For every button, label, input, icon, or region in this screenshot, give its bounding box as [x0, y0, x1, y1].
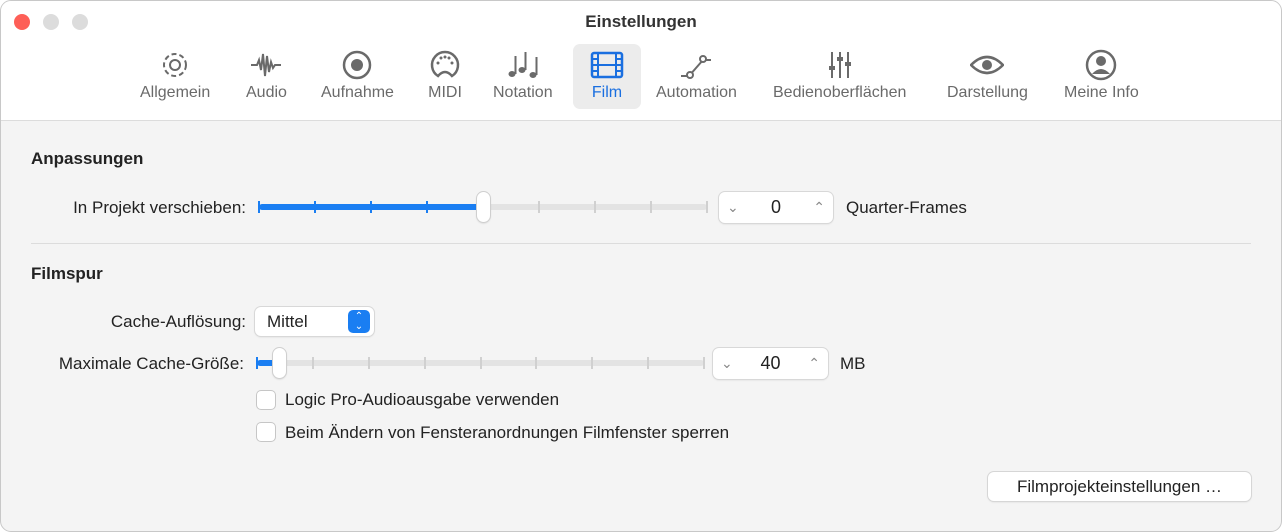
slider-tick — [370, 201, 372, 213]
tab-label: Audio — [246, 84, 287, 101]
tab-film[interactable]: Film — [573, 44, 641, 109]
slider-tick — [703, 357, 705, 369]
cache-size-unit: MB — [840, 354, 866, 373]
offset-slider[interactable] — [258, 192, 708, 222]
increment-icon[interactable]: ⌃ — [808, 355, 820, 372]
offset-value[interactable]: 0 — [771, 197, 781, 218]
cache-res-label: Cache-Auflösung: — [110, 312, 246, 331]
slider-tick — [426, 201, 428, 213]
automation-icon — [681, 55, 712, 79]
titlebar: Einstellungen Allgemein Audio Aufnahme M… — [1, 1, 1281, 121]
tab-audio[interactable]: Audio — [238, 44, 295, 109]
tab-meine-info[interactable]: Meine Info — [1056, 44, 1147, 109]
slider-tick — [591, 357, 594, 369]
tab-label: Automation — [656, 84, 737, 101]
divider — [31, 243, 1251, 244]
slider-thumb[interactable] — [273, 348, 287, 378]
tab-aufnahme[interactable]: Aufnahme — [313, 44, 402, 109]
gear-icon — [163, 53, 188, 77]
offset-label: In Projekt verschieben: — [73, 198, 246, 217]
slider-tick — [423, 357, 426, 369]
slider-tick — [314, 201, 316, 213]
tab-notation[interactable]: Notation — [485, 44, 561, 109]
slider-tick — [647, 357, 650, 369]
cache-size-slider[interactable] — [256, 348, 705, 378]
slider-tick — [594, 201, 596, 213]
tab-midi[interactable]: MIDI — [420, 44, 470, 109]
cache-size-value[interactable]: 40 — [760, 353, 780, 374]
slider-tick — [258, 201, 260, 213]
slider-tick — [256, 357, 258, 369]
sliders-icon — [828, 52, 851, 78]
tab-label: Bedienoberflächen — [773, 84, 907, 101]
tab-label: Film — [591, 84, 623, 101]
slider-tick — [538, 201, 540, 213]
slider-tick — [650, 201, 652, 213]
settings-window: Einstellungen Allgemein Audio Aufnahme M… — [0, 0, 1282, 532]
slider-thumb[interactable] — [477, 192, 490, 222]
audio-output-label[interactable]: Logic Pro-Audioausgabe verwenden — [285, 390, 559, 410]
offset-stepper[interactable]: ⌄ 0 ⌃ — [719, 192, 833, 223]
slider-tick — [706, 201, 708, 213]
waveform-icon — [251, 53, 282, 77]
filmspur-heading: Filmspur — [31, 264, 103, 283]
lock-window-label[interactable]: Beim Ändern von Fensteranordnungen Filmf… — [285, 423, 729, 443]
notes-icon — [508, 52, 538, 78]
lock-window-checkbox[interactable] — [257, 423, 275, 441]
tab-bedienoberflaechen[interactable]: Bedienoberflächen — [765, 44, 914, 109]
tab-label: MIDI — [428, 84, 462, 101]
tab-label: Allgemein — [140, 84, 211, 101]
audio-output-checkbox[interactable] — [257, 391, 275, 409]
cache-size-label: Maximale Cache-Größe: — [58, 354, 244, 373]
chevron-updown-icon: ⌃ ⌄ — [348, 310, 370, 333]
decrement-icon[interactable]: ⌄ — [727, 199, 739, 216]
midi-icon — [430, 50, 460, 78]
anpassungen-heading: Anpassungen — [31, 149, 144, 168]
tab-allgemein[interactable]: Allgemein — [132, 44, 218, 109]
slider-tick — [367, 357, 370, 369]
record-icon — [343, 50, 372, 80]
tab-label: Notation — [493, 84, 553, 101]
person-icon — [1086, 49, 1117, 81]
offset-unit: Quarter-Frames — [846, 198, 967, 217]
slider-tick — [535, 357, 538, 369]
cache-size-stepper[interactable]: ⌄ 40 ⌃ — [713, 348, 828, 379]
tab-label: Meine Info — [1064, 84, 1139, 101]
increment-icon[interactable]: ⌃ — [813, 199, 825, 216]
cache-res-value: Mittel — [267, 312, 308, 331]
film-icon — [590, 51, 624, 79]
tab-label: Aufnahme — [321, 84, 394, 101]
window-title: Einstellungen — [585, 12, 697, 31]
tab-automation[interactable]: Automation — [648, 44, 745, 109]
decrement-icon[interactable]: ⌄ — [721, 355, 733, 372]
slider-tick — [479, 357, 482, 369]
film-project-settings-button[interactable]: Filmprojekteinstellungen … — [988, 472, 1251, 501]
slider-tick — [311, 357, 314, 369]
eye-icon — [970, 55, 1005, 75]
tab-darstellung[interactable]: Darstellung — [939, 44, 1036, 109]
tab-label: Darstellung — [947, 84, 1028, 101]
cache-res-select[interactable]: Mittel ⌃ ⌄ — [255, 307, 374, 336]
